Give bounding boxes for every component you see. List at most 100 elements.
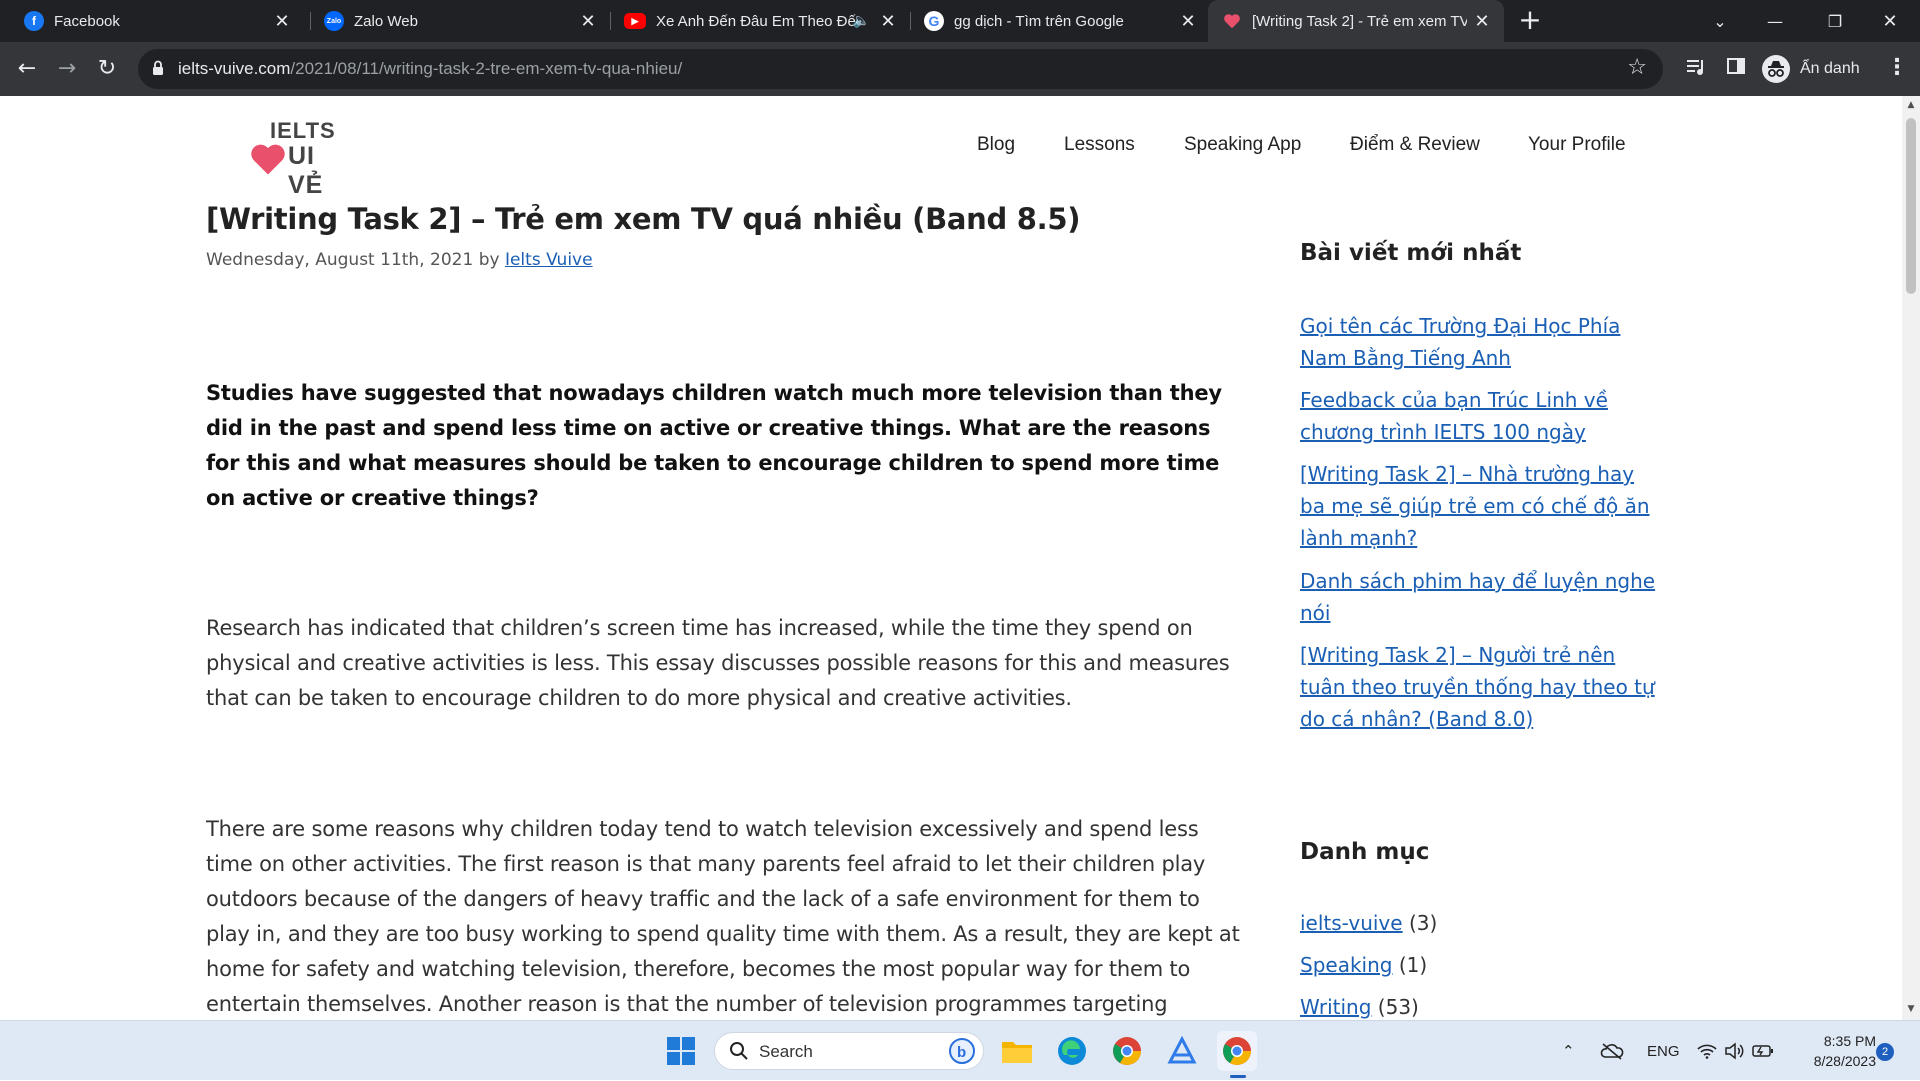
url-domain: ielts-vuive.com <box>178 59 291 78</box>
back-arrow-icon[interactable]: ← <box>12 54 42 84</box>
web-page: IELTS UI VẺ Blog Lessons Speaking App Đi… <box>0 96 1902 1020</box>
active-app-indicator <box>1230 1075 1246 1078</box>
incognito-label: Ẩn danh <box>1800 60 1860 77</box>
clock-date: 8/28/2023 <box>1813 1053 1876 1069</box>
tab-title: gg dịch - Tìm trên Google <box>954 12 1124 30</box>
close-icon[interactable]: ✕ <box>878 11 898 31</box>
forward-arrow-icon[interactable]: → <box>52 54 82 84</box>
nav-your-profile[interactable]: Your Profile <box>1528 134 1626 156</box>
tab-strip: f Facebook ✕ Zalo Zalo Web ✕ ▶ Xe Anh Đế… <box>0 0 1920 42</box>
battery-icon[interactable] <box>1752 1021 1774 1081</box>
url-text: ielts-vuive.com/2021/08/11/writing-task-… <box>178 59 682 79</box>
close-icon[interactable]: ✕ <box>578 11 598 31</box>
recent-post-link[interactable]: [Writing Task 2] – Người trẻ nên tuân th… <box>1300 639 1660 735</box>
recent-post-link[interactable]: Danh sách phim hay để luyện nghe nói <box>1300 565 1660 629</box>
chrome-active-icon[interactable] <box>1217 1031 1257 1071</box>
wifi-icon[interactable] <box>1697 1021 1717 1081</box>
windows-start-icon[interactable] <box>661 1031 701 1071</box>
task-prompt: Studies have suggested that nowadays chi… <box>206 381 1222 510</box>
browser-toolbar: ← → ↻ ielts-vuive.com/2021/08/11/writing… <box>0 42 1920 96</box>
svg-text:b: b <box>957 1044 966 1061</box>
logo-text-line1: IELTS <box>270 118 336 143</box>
categories-heading: Danh mục <box>1300 839 1430 865</box>
post-date: Wednesday, August 11th, 2021 <box>206 250 474 270</box>
clock-time: 8:35 PM <box>1823 1033 1876 1049</box>
recent-post-link[interactable]: [Writing Task 2] – Nhà trường hay ba mẹ … <box>1300 458 1660 554</box>
google-icon: G <box>924 11 944 31</box>
tab-writing-task[interactable]: [Writing Task 2] - Trẻ em xem TV ✕ <box>1208 0 1504 42</box>
close-icon[interactable]: ✕ <box>1178 11 1198 31</box>
speaker-icon[interactable]: 🔈 <box>853 12 870 29</box>
recent-posts-heading: Bài viết mới nhất <box>1300 240 1522 266</box>
recent-post-link[interactable]: Gọi tên các Trường Đại Học Phía Nam Bằng… <box>1300 310 1660 374</box>
category-item: ielts-vuive (3) <box>1300 911 1437 935</box>
windows-taskbar: Search b ⌃ ENG 8:35 PM 8/28/2023 2 <box>0 1020 1920 1080</box>
close-icon[interactable]: ✕ <box>1472 11 1492 31</box>
category-link[interactable]: ielts-vuive <box>1300 911 1403 935</box>
nav-diem-review[interactable]: Điểm & Review <box>1350 134 1480 156</box>
search-label: Search <box>759 1042 813 1061</box>
tab-search-chevron-icon[interactable]: ⌄ <box>1690 0 1750 42</box>
nav-lessons[interactable]: Lessons <box>1064 134 1135 156</box>
restore-button[interactable]: ❐ <box>1805 0 1865 42</box>
edge-icon[interactable] <box>1052 1031 1092 1071</box>
nav-speaking-app[interactable]: Speaking App <box>1184 134 1301 156</box>
category-item: Speaking (1) <box>1300 953 1427 977</box>
page-scrollbar[interactable]: ▲ ▼ <box>1902 96 1920 1020</box>
bing-icon[interactable]: b <box>949 1038 975 1068</box>
tab-divider <box>910 12 911 30</box>
new-tab-button[interactable]: + <box>1515 6 1545 36</box>
youtube-icon: ▶ <box>624 13 646 29</box>
close-window-button[interactable]: ✕ <box>1860 0 1920 42</box>
system-clock[interactable]: 8:35 PM 8/28/2023 <box>1790 1031 1876 1071</box>
chrome-icon[interactable] <box>1107 1031 1147 1071</box>
tab-zalo[interactable]: Zalo Zalo Web ✕ <box>314 0 610 42</box>
side-panel-icon[interactable] <box>1726 56 1752 82</box>
notification-badge[interactable]: 2 <box>1876 1043 1894 1061</box>
site-logo[interactable]: IELTS UI VẺ <box>248 118 358 199</box>
tab-facebook[interactable]: f Facebook ✕ <box>14 0 304 42</box>
show-hidden-icons-chevron-icon[interactable]: ⌃ <box>1562 1021 1575 1081</box>
volume-icon[interactable] <box>1724 1021 1744 1081</box>
media-control-icon[interactable] <box>1685 56 1711 82</box>
bookmark-star-icon[interactable]: ☆ <box>1627 55 1647 80</box>
category-link[interactable]: Speaking <box>1300 953 1392 977</box>
scrollbar-thumb[interactable] <box>1906 118 1916 294</box>
category-link[interactable]: Writing <box>1300 995 1371 1019</box>
close-icon[interactable]: ✕ <box>272 11 292 31</box>
category-item: Writing (53) <box>1300 995 1419 1019</box>
app-store-icon[interactable] <box>1162 1031 1202 1071</box>
lock-icon[interactable] <box>152 60 164 80</box>
essay-paragraph: There are some reasons why children toda… <box>206 817 1240 1016</box>
scroll-up-arrow-icon[interactable]: ▲ <box>1906 100 1916 110</box>
scroll-down-arrow-icon[interactable]: ▼ <box>1906 1004 1916 1014</box>
nav-blog[interactable]: Blog <box>977 134 1015 156</box>
heart-icon <box>1222 11 1242 31</box>
taskbar-search[interactable]: Search b <box>714 1032 984 1070</box>
category-count: (1) <box>1398 953 1428 977</box>
recent-post-link[interactable]: Feedback của bạn Trúc Linh về chương trì… <box>1300 384 1660 448</box>
logo-text-line2: UI VẺ <box>288 142 324 199</box>
tab-title: Zalo Web <box>354 12 418 30</box>
language-indicator[interactable]: ENG <box>1647 1021 1680 1081</box>
tab-google[interactable]: G gg dịch - Tìm trên Google ✕ <box>914 0 1210 42</box>
tab-youtube[interactable]: ▶ Xe Anh Đến Đâu Em Theo Đế 🔈 ✕ <box>614 0 910 42</box>
author-link[interactable]: Ielts Vuive <box>505 250 593 270</box>
category-count: (3) <box>1408 911 1438 935</box>
incognito-icon <box>1762 55 1790 83</box>
zalo-icon: Zalo <box>324 11 344 31</box>
category-count: (53) <box>1377 995 1419 1019</box>
minimize-button[interactable]: — <box>1745 0 1805 42</box>
more-menu-icon[interactable]: ⋮ <box>1886 54 1908 82</box>
tab-divider <box>310 12 311 30</box>
file-explorer-icon[interactable] <box>997 1031 1037 1071</box>
reload-icon[interactable]: ↻ <box>92 54 122 84</box>
tab-title: [Writing Task 2] - Trẻ em xem TV <box>1252 12 1467 30</box>
tab-title: Xe Anh Đến Đâu Em Theo Đế <box>656 12 856 30</box>
post-by: by <box>478 250 500 270</box>
facebook-icon: f <box>24 11 44 31</box>
address-bar[interactable]: ielts-vuive.com/2021/08/11/writing-task-… <box>138 49 1663 89</box>
incognito-profile-button[interactable]: Ẩn danh <box>1762 53 1860 85</box>
onedrive-icon[interactable] <box>1600 1021 1624 1081</box>
essay-paragraph: Research has indicated that children’s s… <box>206 616 1230 710</box>
